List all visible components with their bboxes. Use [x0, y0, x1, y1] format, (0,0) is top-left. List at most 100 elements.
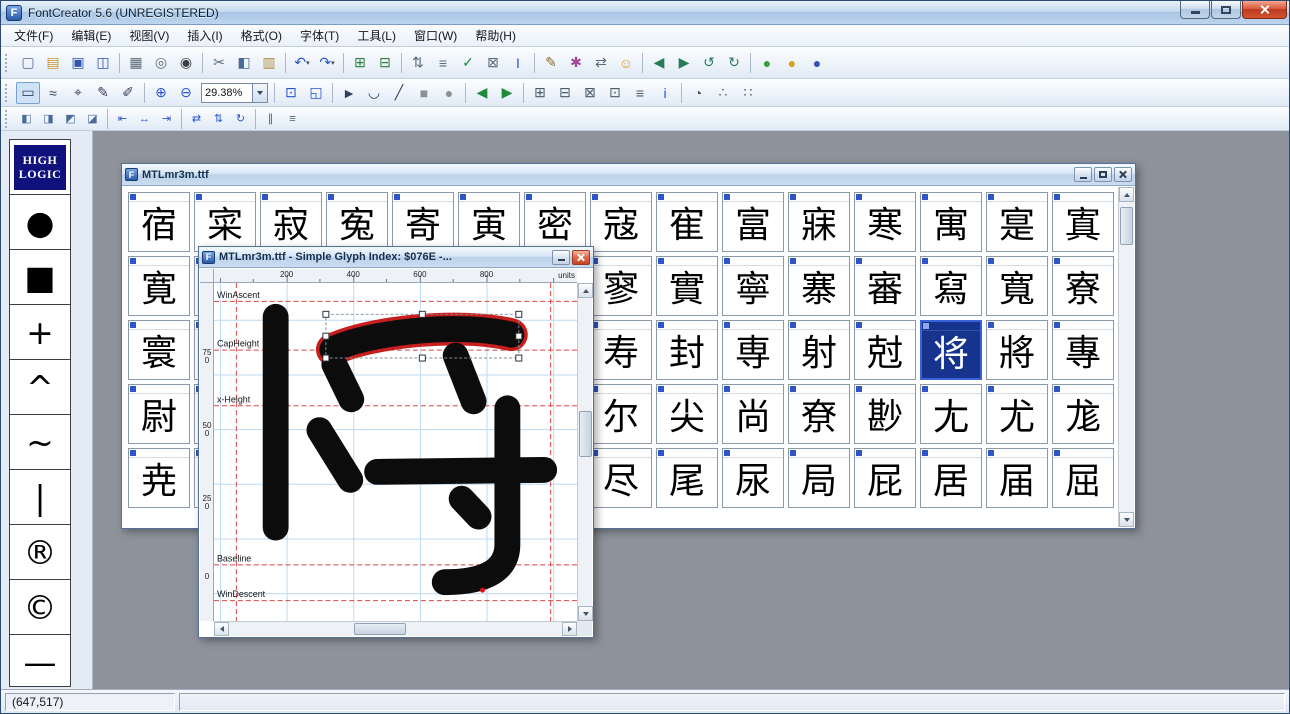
kerning-button[interactable]: ⊠: [481, 52, 505, 74]
glyph-cell-selected[interactable]: 将: [920, 320, 982, 380]
editor-vertical-scrollbar[interactable]: [577, 283, 592, 621]
compare-fonts-button[interactable]: ⇄: [589, 52, 613, 74]
glyph-cell[interactable]: 尨: [1052, 384, 1114, 444]
pan-tool-button[interactable]: ⌖: [66, 82, 90, 104]
glyph-cell[interactable]: 寄: [392, 192, 454, 252]
show-guidelines-button[interactable]: ⊟: [553, 82, 577, 104]
eyedropper-tool-button[interactable]: ✐: [116, 82, 140, 104]
align-center-button[interactable]: ↔: [134, 110, 155, 128]
close-button[interactable]: [1242, 1, 1287, 19]
brush-tool-button[interactable]: ✎: [91, 82, 115, 104]
scroll-down-button[interactable]: [1119, 512, 1134, 527]
scroll-up-button[interactable]: [1119, 187, 1134, 202]
glyph-cell[interactable]: 屁: [854, 448, 916, 508]
save-font-button[interactable]: ▣: [66, 52, 90, 74]
glyph-cell[interactable]: 寀: [194, 192, 256, 252]
snap-to-grid-button[interactable]: ⊡: [603, 82, 627, 104]
glyph-cell[interactable]: 尤: [986, 384, 1048, 444]
scrollbar-thumb[interactable]: [1120, 207, 1133, 245]
zoom-level-combo[interactable]: 29.38%: [201, 83, 268, 103]
glyph-cell[interactable]: 局: [788, 448, 850, 508]
align-left-button[interactable]: ⇤: [112, 110, 133, 128]
glyph-strip-item[interactable]: —: [10, 635, 70, 687]
redo-button[interactable]: ↷▾: [315, 52, 339, 74]
glyph-cell[interactable]: 寂: [260, 192, 322, 252]
menu-item-edit[interactable]: 编辑(E): [62, 24, 120, 47]
glyph-cell[interactable]: 審: [854, 256, 916, 316]
nav-back-button[interactable]: ◀: [470, 82, 494, 104]
contour-point[interactable]: [480, 588, 485, 593]
toolbar-grip[interactable]: [5, 84, 10, 102]
glyph-cell[interactable]: 尚: [722, 384, 784, 444]
glyph-canvas[interactable]: WinAscent CapHeight x-Height Baseline Wi…: [214, 283, 577, 621]
insert-character-button[interactable]: I: [506, 52, 530, 74]
glyph-strip-item[interactable]: |: [10, 470, 70, 525]
glyph-cell[interactable]: 寧: [722, 256, 784, 316]
menu-item-help[interactable]: 帮助(H): [466, 24, 525, 47]
find-glyph-button[interactable]: ◉: [174, 52, 198, 74]
editor-close-button[interactable]: [572, 250, 590, 265]
menu-item-tools[interactable]: 工具(L): [348, 24, 405, 47]
glyph-strip-item[interactable]: ■: [10, 250, 70, 305]
glyph-cell[interactable]: 寘: [1052, 192, 1114, 252]
rotate-right-button[interactable]: ↻: [722, 52, 746, 74]
show-grid-button[interactable]: ⊞: [528, 82, 552, 104]
scroll-up-button[interactable]: [578, 283, 593, 298]
insert-glyphs-button[interactable]: ⊞: [348, 52, 372, 74]
export-opentype-button[interactable]: ●: [780, 52, 804, 74]
save-all-button[interactable]: ◫: [91, 52, 115, 74]
glyph-cell[interactable]: 寐: [788, 192, 850, 252]
zoom-out-button[interactable]: ⊖: [174, 82, 198, 104]
nav-forward-button[interactable]: ▶: [495, 82, 519, 104]
glyph-cell[interactable]: 寛: [128, 256, 190, 316]
glyph-cell[interactable]: 封: [656, 320, 718, 380]
editor-minimize-button[interactable]: [552, 250, 570, 265]
glyph-cell[interactable]: 寬: [986, 256, 1048, 316]
show-points-button[interactable]: ≡: [628, 82, 652, 104]
export-truetype-button[interactable]: ●: [755, 52, 779, 74]
preview-smiley-button[interactable]: ☺: [614, 52, 638, 74]
distribute-vertical-button[interactable]: ≡: [282, 110, 303, 128]
glyph-outline[interactable]: [276, 317, 545, 582]
glyph-cell[interactable]: 射: [788, 320, 850, 380]
glyph-cell[interactable]: 寃: [326, 192, 388, 252]
glyph-cell[interactable]: 將: [986, 320, 1048, 380]
glyph-cell[interactable]: 寮: [1052, 256, 1114, 316]
rectangle-select-button[interactable]: ▭: [16, 82, 40, 104]
sort-glyphs-button[interactable]: ⇅: [406, 52, 430, 74]
menu-item-file[interactable]: 文件(F): [5, 24, 62, 47]
print-preview-button[interactable]: ◎: [149, 52, 173, 74]
rotate-left-button[interactable]: ↺: [697, 52, 721, 74]
glyph-cell[interactable]: 寿: [590, 320, 652, 380]
glyph-cell[interactable]: 寥: [590, 256, 652, 316]
ellipse-mode-button[interactable]: ●: [437, 82, 461, 104]
scroll-right-button[interactable]: [562, 622, 577, 636]
glyph-strip-item[interactable]: ®: [10, 525, 70, 580]
flip-horizontal-button[interactable]: ⇄: [186, 110, 207, 128]
overview-scrollbar[interactable]: [1118, 187, 1134, 527]
glyph-cell[interactable]: 尠: [854, 384, 916, 444]
glyph-cell[interactable]: 尽: [590, 448, 652, 508]
rotate-90-button[interactable]: ↻: [230, 110, 251, 128]
maximize-button[interactable]: [1211, 1, 1241, 19]
menu-item-window[interactable]: 窗口(W): [405, 24, 466, 47]
glyph-cell[interactable]: 尢: [920, 384, 982, 444]
scroll-left-button[interactable]: [214, 622, 229, 636]
distribute-horizontal-button[interactable]: ∥: [260, 110, 281, 128]
copy-button[interactable]: ◧: [232, 52, 256, 74]
glyph-cell[interactable]: 居: [920, 448, 982, 508]
glyph-cell[interactable]: 實: [656, 256, 718, 316]
glyph-cell[interactable]: 尅: [854, 320, 916, 380]
zoom-rectangle-button[interactable]: ⊡: [279, 82, 303, 104]
menu-item-format[interactable]: 格式(O): [232, 24, 291, 47]
glyph-cell[interactable]: 寅: [458, 192, 520, 252]
curve-mode-button[interactable]: ◡: [362, 82, 386, 104]
toolbar-grip[interactable]: [5, 110, 10, 128]
align-right-button[interactable]: ⇥: [156, 110, 177, 128]
glyph-cell[interactable]: 届: [986, 448, 1048, 508]
scrollbar-thumb[interactable]: [354, 623, 406, 635]
bring-forward-button[interactable]: ◩: [60, 110, 81, 128]
lasso-select-button[interactable]: ≈: [41, 82, 65, 104]
toolbar-grip[interactable]: [5, 54, 10, 72]
glyph-strip-item[interactable]: ●: [10, 195, 70, 250]
